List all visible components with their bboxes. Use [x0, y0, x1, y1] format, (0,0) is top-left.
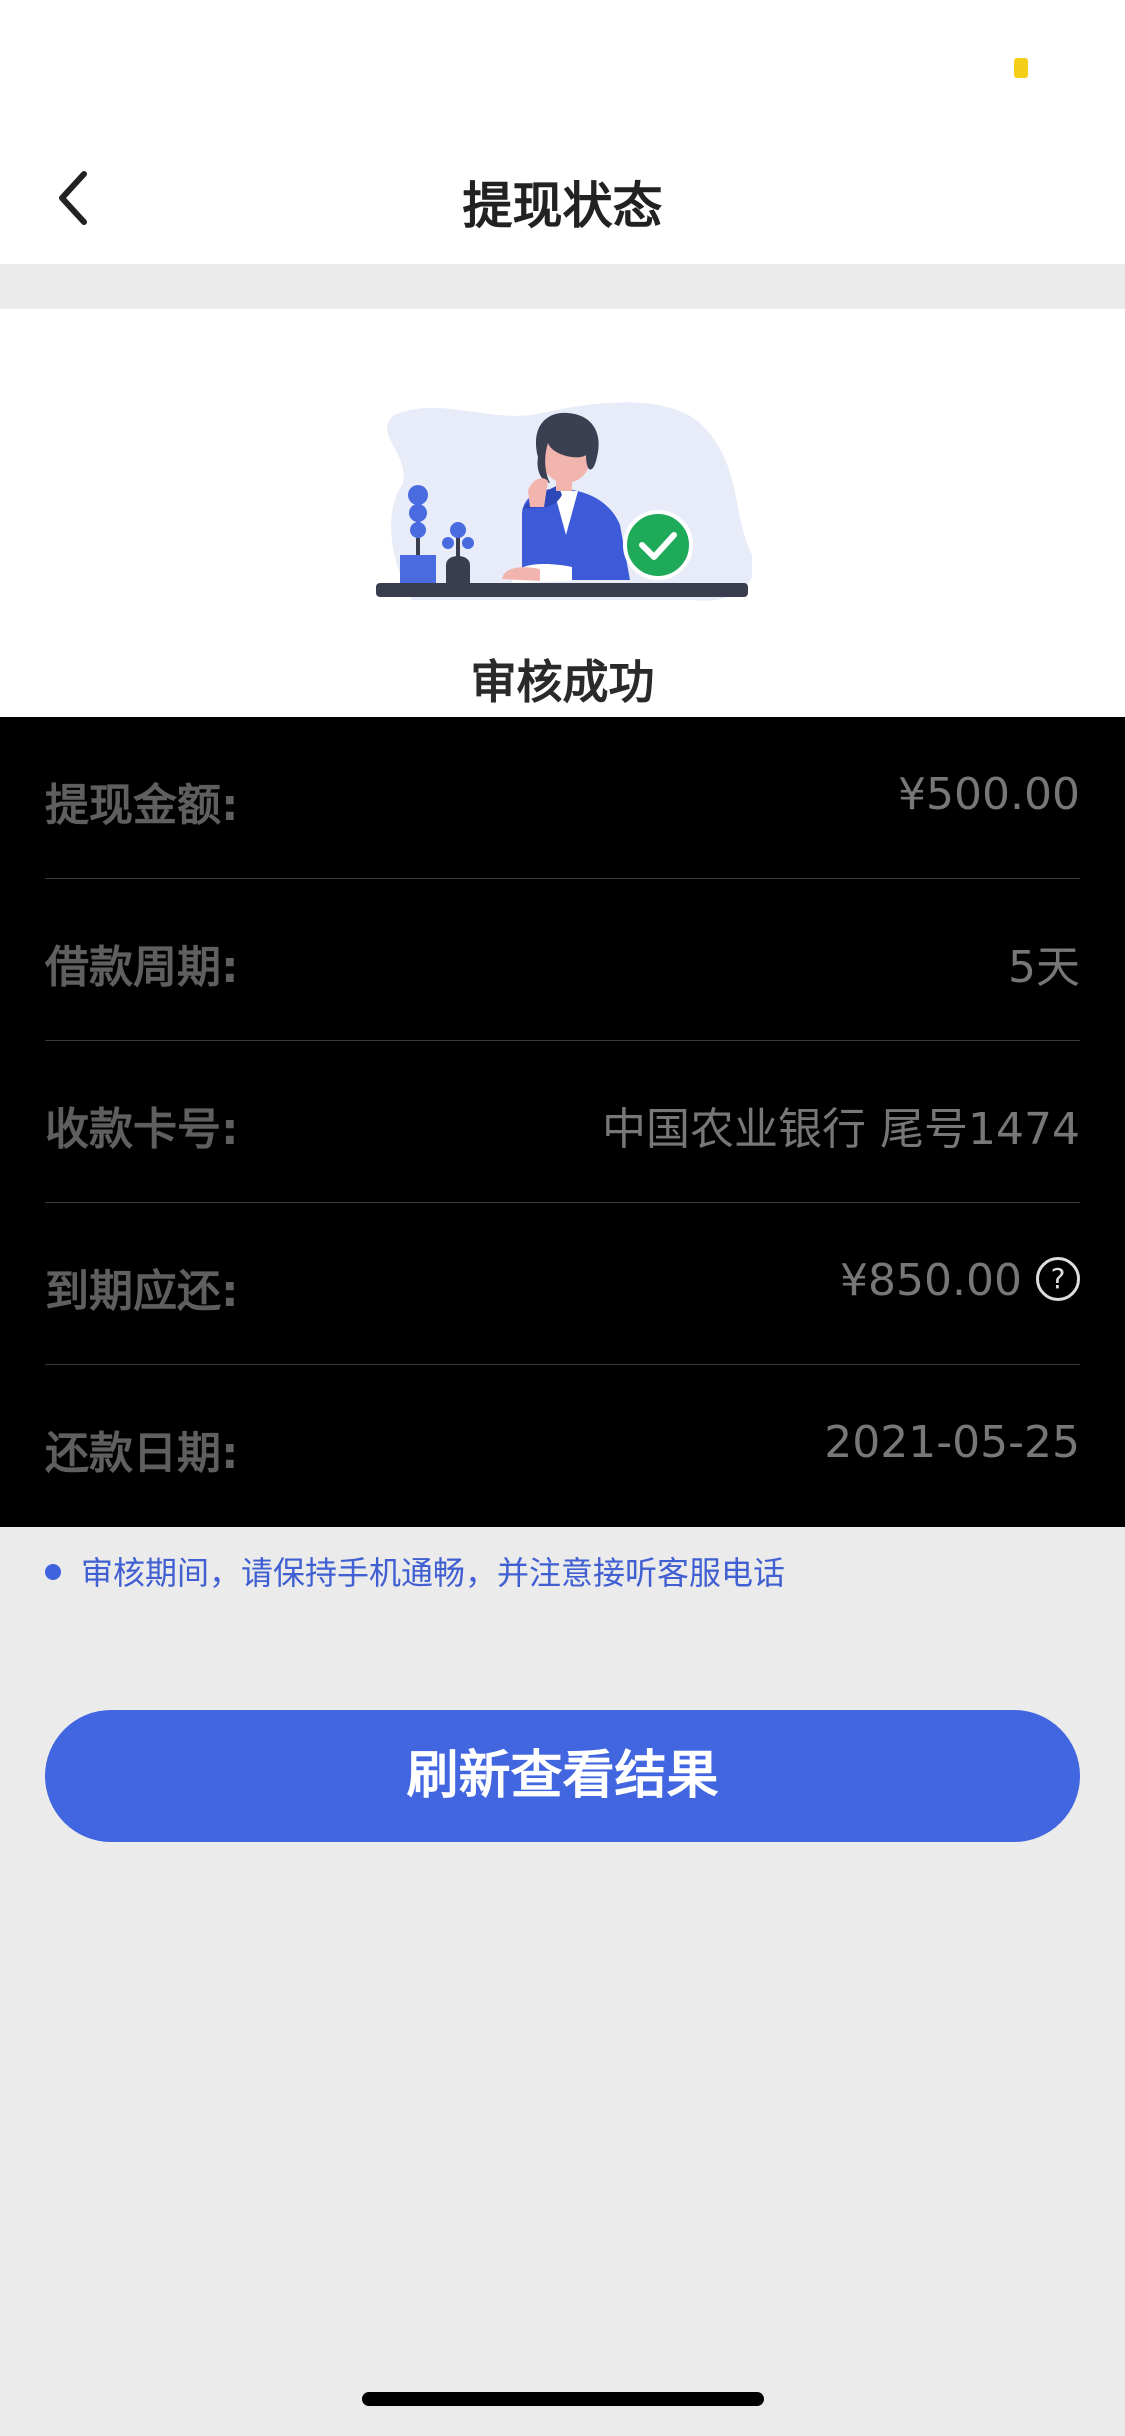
detail-row-amount: 提现金额: ¥500.00 [45, 717, 1080, 879]
detail-value: 中国农业银行 尾号1474 [602, 1104, 1080, 1155]
detail-label: 收款卡号: [45, 1104, 239, 1155]
page-title: 提现状态 [462, 177, 663, 235]
detail-value: ¥500.00 [898, 769, 1080, 820]
detail-row-due: 到期应还: ¥850.00? [45, 1203, 1080, 1365]
status-hero: 审核成功 [0, 309, 1125, 717]
nav-bar: 提现状态 [0, 132, 1125, 264]
notice: 审核期间，请保持手机通畅，并注意接听客服电话 [45, 1548, 785, 1594]
detail-row-card: 收款卡号: 中国农业银行 尾号1474 [45, 1041, 1080, 1203]
detail-value-wrap: ¥850.00? [840, 1255, 1080, 1306]
status-bar [0, 0, 1125, 132]
detail-label: 借款周期: [45, 942, 239, 993]
refresh-result-button[interactable]: 刷新查看结果 [45, 1710, 1080, 1842]
help-icon[interactable]: ? [1036, 1257, 1080, 1301]
detail-row-date: 还款日期: 2021-05-25 [45, 1365, 1080, 1527]
battery-icon [1014, 58, 1028, 78]
review-success-illustration [376, 402, 752, 601]
withdraw-details: 提现金额: ¥500.00 借款周期: 5天 收款卡号: 中国农业银行 尾号14… [0, 717, 1125, 1527]
notice-text: 审核期间，请保持手机通畅，并注意接听客服电话 [81, 1554, 786, 1592]
detail-value: ¥850.00 [840, 1255, 1022, 1306]
detail-row-period: 借款周期: 5天 [45, 879, 1080, 1041]
detail-value: 5天 [1008, 942, 1080, 993]
detail-label: 提现金额: [45, 780, 239, 831]
home-indicator[interactable] [362, 2392, 764, 2406]
detail-label: 到期应还: [45, 1266, 239, 1317]
bullet-dot-icon [45, 1564, 61, 1580]
review-status-text: 审核成功 [470, 655, 655, 709]
detail-label: 还款日期: [45, 1428, 239, 1479]
detail-value: 2021-05-25 [824, 1417, 1080, 1468]
